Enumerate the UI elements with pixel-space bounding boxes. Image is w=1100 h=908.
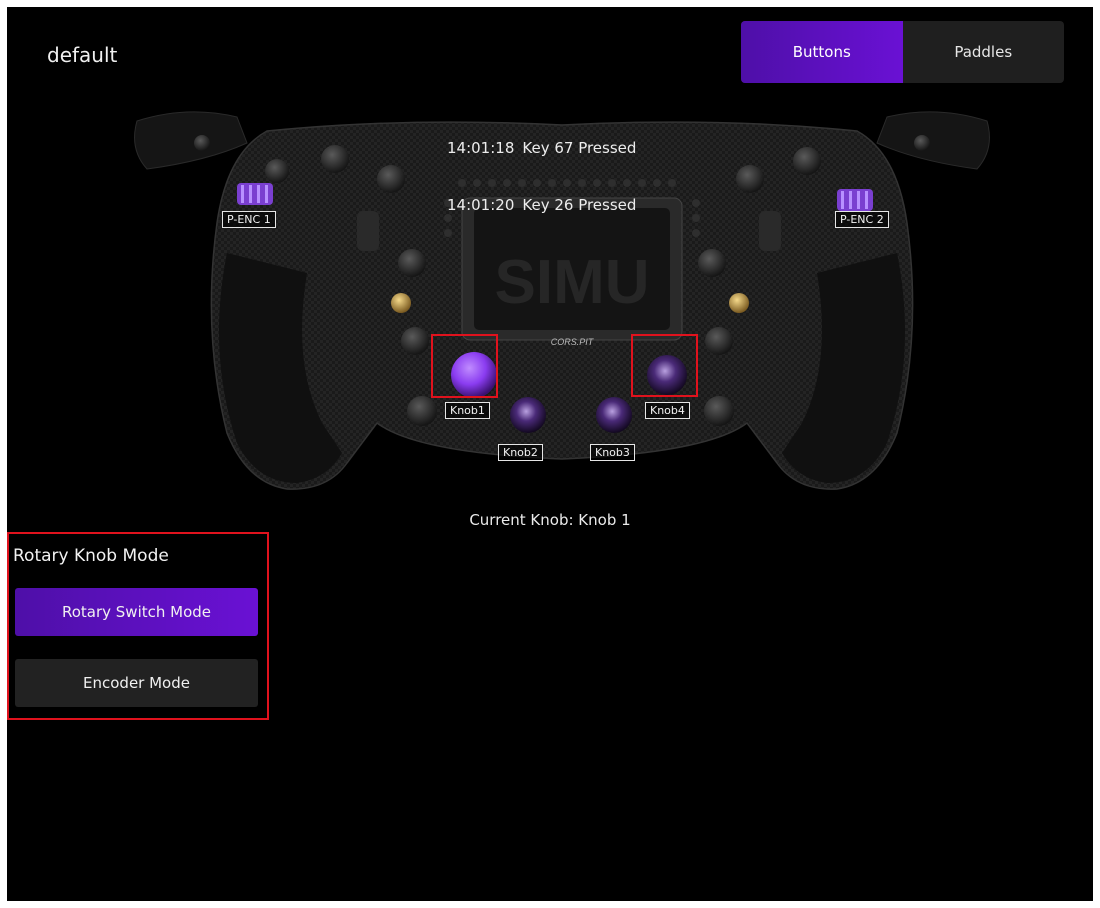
label-knob3[interactable]: Knob3 [590, 444, 635, 461]
knob2-dial[interactable] [510, 397, 546, 433]
log-text: Key 26 Pressed [522, 196, 637, 214]
knob4-highlight [631, 334, 698, 397]
encoder-mode-button[interactable]: Encoder Mode [15, 659, 258, 707]
label-knob1[interactable]: Knob1 [445, 402, 490, 419]
left-paddle [134, 111, 248, 170]
log-entry: 14:01:18 Key 67 Pressed [447, 139, 636, 158]
watermark-text: SIMU [495, 248, 650, 317]
knob3-dial[interactable] [596, 397, 632, 433]
knob1-highlight [431, 334, 498, 398]
right-paddle [876, 111, 990, 170]
log-entry: 14:01:20 Key 26 Pressed [447, 196, 636, 215]
log-time: 14:01:20 [447, 196, 515, 214]
profile-name: default [47, 43, 118, 67]
mode-panel-title: Rotary Knob Mode [13, 546, 169, 566]
label-knob2[interactable]: Knob2 [498, 444, 543, 461]
rotary-switch-mode-button[interactable]: Rotary Switch Mode [15, 588, 258, 636]
label-p-enc-2[interactable]: P-ENC 2 [835, 211, 889, 228]
label-p-enc-1[interactable]: P-ENC 1 [222, 211, 276, 228]
current-knob-status: Current Knob: Knob 1 [469, 511, 631, 529]
app-window: default Buttons Paddles SIMU CORS.PIT P-… [7, 7, 1093, 901]
key-event-log: 14:01:18 Key 67 Pressed 14:01:20 Key 26 Pr… [447, 101, 636, 253]
log-text: Key 67 Pressed [522, 139, 637, 157]
view-tabs: Buttons Paddles [741, 21, 1064, 83]
tab-paddles[interactable]: Paddles [903, 21, 1065, 83]
brand-logo: CORS.PIT [551, 337, 595, 347]
log-time: 14:01:18 [447, 139, 515, 157]
rotary-knob-mode-panel: Rotary Knob Mode Rotary Switch Mode Enco… [7, 532, 269, 720]
label-knob4[interactable]: Knob4 [645, 402, 690, 419]
tab-buttons[interactable]: Buttons [741, 21, 903, 83]
